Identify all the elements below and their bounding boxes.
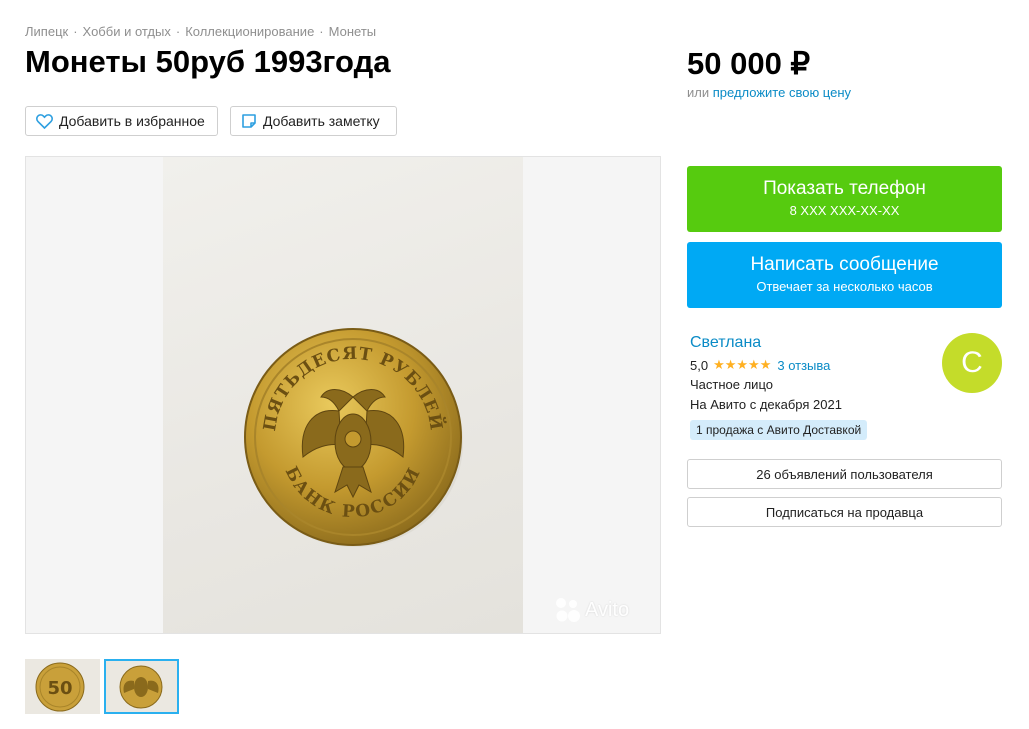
breadcrumb-item-hobby[interactable]: Хобби и отдых: [83, 24, 171, 39]
thumbnail-2-selected[interactable]: [104, 659, 179, 714]
seller-avatar[interactable]: С: [942, 333, 1002, 393]
add-note-button[interactable]: Добавить заметку: [230, 106, 397, 136]
page-title: Монеты 50руб 1993года: [25, 44, 391, 79]
price-offer-or: или: [687, 85, 710, 100]
breadcrumb-item-city[interactable]: Липецк: [25, 24, 68, 39]
write-message-button[interactable]: Написать сообщение Отвечает за несколько…: [687, 242, 1002, 308]
breadcrumb-item-coins[interactable]: Монеты: [329, 24, 376, 39]
show-phone-label: Показать телефон: [763, 178, 926, 199]
price-offer: или предложите свою цену: [687, 85, 851, 100]
price: 50 000 ₽: [687, 46, 811, 81]
seller-type: Частное лицо: [690, 377, 773, 392]
reviews-link[interactable]: 3 отзыва: [777, 358, 830, 373]
rating-stars-icon: ★★★★★: [713, 357, 772, 372]
breadcrumb-separator: ·: [175, 24, 181, 39]
response-time-label: Отвечает за несколько часов: [756, 279, 933, 294]
seller-since: На Авито с декабря 2021: [690, 397, 842, 412]
coin-thumbnail-obverse: [106, 661, 177, 712]
thumbnail-1[interactable]: 50: [25, 659, 100, 714]
breadcrumb-item-collecting[interactable]: Коллекционирование: [185, 24, 314, 39]
breadcrumb-separator: ·: [73, 24, 78, 39]
main-photo: ПЯТЬДЕСЯТ РУБЛЕЙ БАНК РОССИИ Avito: [163, 157, 629, 633]
note-icon: [242, 114, 256, 128]
add-note-label: Добавить заметку: [263, 113, 380, 129]
coin-image: ПЯТЬДЕСЯТ РУБЛЕЙ БАНК РОССИИ: [244, 328, 463, 547]
user-ads-button[interactable]: 26 объявлений пользователя: [687, 459, 1002, 489]
subscribe-seller-button[interactable]: Подписаться на продавца: [687, 497, 1002, 527]
avito-watermark: Avito: [555, 597, 629, 623]
add-to-favorites-button[interactable]: Добавить в избранное: [25, 106, 218, 136]
suggest-price-link[interactable]: предложите свою цену: [713, 85, 851, 100]
rating-value: 5,0: [690, 357, 709, 373]
avatar-letter: С: [961, 346, 983, 379]
masked-phone-number: 8 XXX XXX-XX-XX: [789, 203, 900, 218]
show-phone-button[interactable]: Показать телефон 8 XXX XXX-XX-XX: [687, 166, 1002, 232]
thumbnail-1-number: 50: [47, 678, 72, 699]
photo-gallery[interactable]: ПЯТЬДЕСЯТ РУБЛЕЙ БАНК РОССИИ Avito: [25, 156, 661, 634]
breadcrumb-separator: ·: [319, 24, 324, 39]
seller-rating: 5,0 ★★★★★ 3 отзыва: [690, 357, 830, 373]
seller-name-link[interactable]: Светлана: [690, 334, 761, 352]
delivery-sales-badge: 1 продажа с Авито Доставкой: [690, 420, 868, 440]
avito-watermark-text: Avito: [585, 598, 630, 621]
heart-icon: [36, 113, 53, 129]
add-to-favorites-label: Добавить в избранное: [59, 113, 205, 129]
avito-logo-icon: [556, 598, 580, 622]
breadcrumb: Липецк · Хобби и отдых · Коллекционирование ·…: [25, 24, 376, 39]
write-message-label: Написать сообщение: [750, 254, 939, 275]
coin-thumbnail-reverse: 50: [25, 659, 100, 714]
